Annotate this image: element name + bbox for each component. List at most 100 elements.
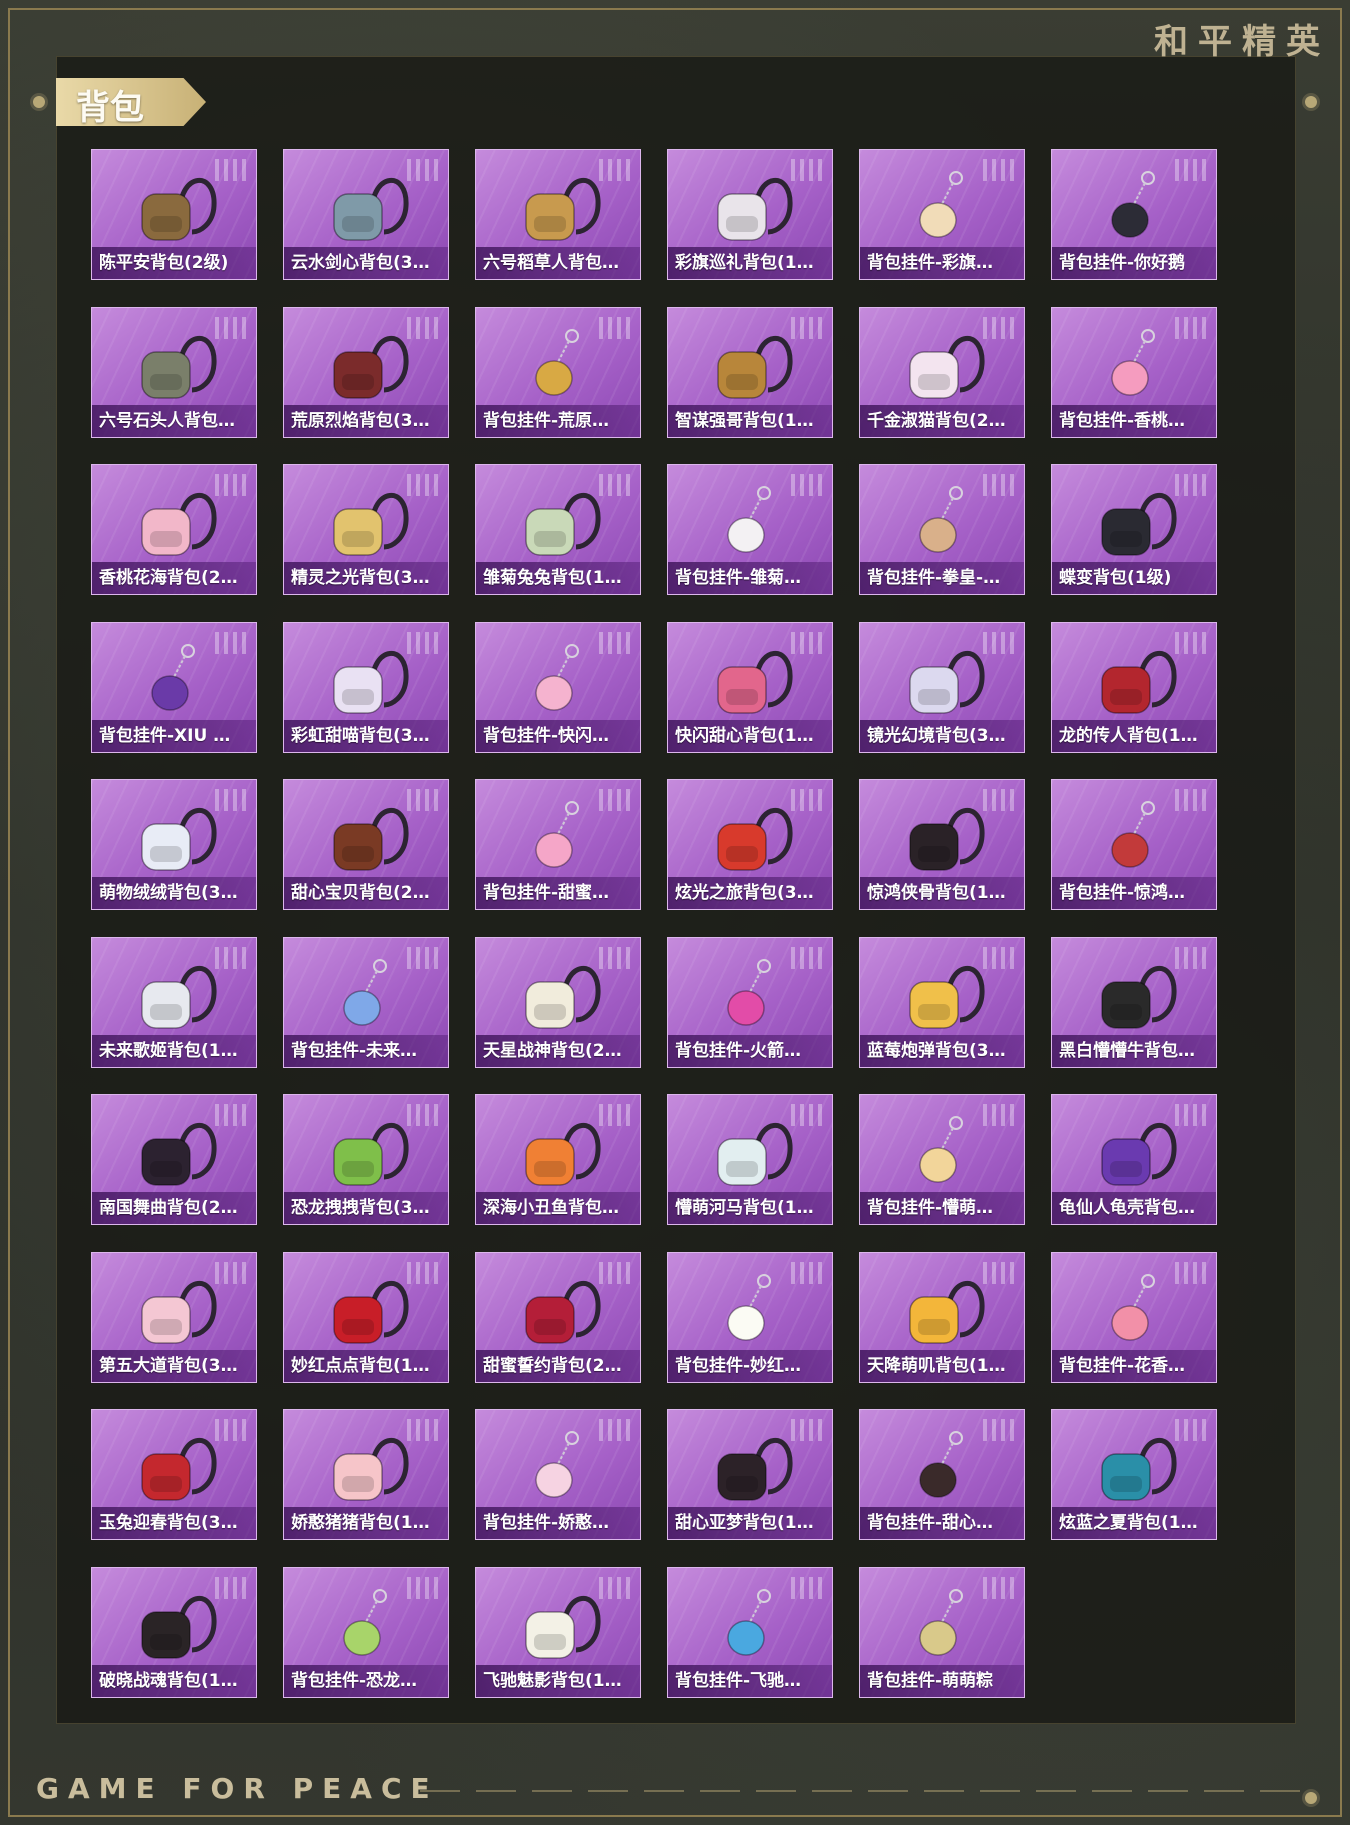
brand-footer: GAME FOR PEACE [36,1772,439,1805]
item-card[interactable]: 背包挂件-XIU … [91,621,257,753]
item-card[interactable]: 彩虹甜喵背包(3… [283,621,449,753]
backpack-icon [141,492,217,556]
item-card[interactable]: 背包挂件-你好鹅 [1051,149,1217,280]
item-card[interactable]: 背包挂件-恐龙… [283,1566,449,1698]
item-name: 背包挂件-懵萌… [867,1198,994,1218]
item-card[interactable]: 飞驰魅影背包(1… [475,1566,641,1698]
backpack-icon [717,335,793,399]
item-card[interactable]: 炫蓝之夏背包(1… [1051,1409,1217,1540]
pendant-icon [919,171,963,238]
item-card[interactable]: 妙红点点背包(1… [283,1251,449,1383]
item-card[interactable]: 精灵之光背包(3… [283,464,449,595]
item-card[interactable]: 萌物绒绒背包(3… [91,779,257,910]
item-name: 玉兔迎春背包(3… [99,1513,238,1533]
item-card[interactable]: 背包挂件-惊鸿… [1051,779,1217,910]
item-card[interactable]: 荒原烈焰背包(3… [283,306,449,438]
corner-dot-bottom-right [1305,1792,1317,1804]
item-card[interactable]: 背包挂件-未来… [283,936,449,1068]
item-card[interactable]: 背包挂件-拳皇-… [859,464,1025,595]
backpack-icon [717,1122,793,1186]
item-card[interactable]: 背包挂件-香桃… [1051,306,1217,438]
item-card[interactable]: 陈平安背包(2级) [91,149,257,280]
item-name: 彩虹甜喵背包(3… [291,725,430,746]
backpack-icon [909,335,985,399]
brand-title: 和平精英 [1154,22,1330,62]
item-card[interactable]: 快闪甜心背包(1… [667,621,833,753]
section-title: 背包 [76,88,144,128]
backpack-icon [333,177,409,241]
item-card[interactable]: 龙的传人背包(1… [1051,621,1217,753]
item-card[interactable]: 背包挂件-甜心… [859,1409,1025,1540]
item-card[interactable]: 炫光之旅背包(3… [667,779,833,910]
backpack-icon [141,965,217,1029]
item-card[interactable]: 六号稻草人背包… [475,149,641,280]
item-card[interactable]: 恐龙拽拽背包(3… [283,1094,449,1225]
item-name: 背包挂件-拳皇-… [867,568,1001,588]
pendant-icon [151,643,195,711]
item-name: 背包挂件-雏菊… [675,568,802,588]
backpack-icon [909,965,985,1029]
item-card[interactable]: 懵萌河马背包(1… [667,1094,833,1225]
item-card[interactable]: 彩旗巡礼背包(1… [667,149,833,280]
item-card[interactable]: 甜心宝贝背包(2… [283,779,449,910]
pendant-icon [727,486,771,553]
pendant-icon [727,958,771,1026]
item-card[interactable]: 天星战神背包(2… [475,936,641,1068]
item-card[interactable]: 深海小丑鱼背包… [475,1094,641,1225]
item-card[interactable]: 背包挂件-快闪… [475,621,641,753]
item-card[interactable]: 背包挂件-娇憨… [475,1409,641,1540]
item-card[interactable]: 蓝莓炮弹背包(3… [859,936,1025,1068]
item-card[interactable]: 镜光幻境背包(3… [859,621,1025,753]
item-card[interactable]: 破晓战魂背包(1… [91,1566,257,1698]
item-card[interactable]: 背包挂件-甜蜜… [475,779,641,910]
item-card[interactable]: 雏菊兔兔背包(1… [475,464,641,595]
item-card[interactable]: 惊鸿侠骨背包(1… [859,779,1025,910]
item-card[interactable]: 千金淑猫背包(2… [859,306,1025,438]
item-card[interactable]: 背包挂件-妙红… [667,1251,833,1383]
item-name: 背包挂件-彩旗… [867,253,994,273]
item-card[interactable]: 龟仙人龟壳背包… [1051,1094,1217,1225]
item-card[interactable]: 背包挂件-荒原… [475,306,641,438]
item-card[interactable]: 蝶变背包(1级) [1051,464,1217,595]
backpack-icon [525,492,601,556]
item-card[interactable]: 未来歌姬背包(1… [91,936,257,1068]
item-name: 天星战神背包(2… [483,1040,622,1061]
item-card[interactable]: 背包挂件-火箭… [667,936,833,1068]
backpack-icon [717,807,793,871]
item-card[interactable]: 背包挂件-懵萌… [859,1094,1025,1225]
item-card[interactable]: 甜蜜誓约背包(2… [475,1251,641,1383]
item-card[interactable]: 六号石头人背包… [91,306,257,438]
item-name: 六号石头人背包… [99,410,235,431]
item-card[interactable]: 云水剑心背包(3… [283,149,449,280]
item-card[interactable]: 背包挂件-彩旗… [859,149,1025,280]
item-card[interactable]: 背包挂件-萌萌粽 [859,1566,1025,1698]
backpack-icon [333,1437,409,1501]
item-card[interactable]: 黑白懵懵牛背包… [1051,936,1217,1068]
item-card[interactable]: 娇憨猪猪背包(1… [283,1409,449,1540]
pendant-icon [1111,1273,1155,1341]
item-card[interactable]: 背包挂件-雏菊… [667,464,833,595]
item-card[interactable]: 甜心亚梦背包(1… [667,1409,833,1540]
item-name: 背包挂件-香桃… [1059,410,1186,431]
item-name: 背包挂件-娇憨… [483,1513,610,1533]
item-card[interactable]: 第五大道背包(3… [91,1251,257,1383]
item-card[interactable]: 南国舞曲背包(2… [91,1094,257,1225]
pendant-icon [919,486,963,553]
backpack-icon [141,1595,217,1659]
item-name: 飞驰魅影背包(1… [483,1670,622,1691]
item-name: 香桃花海背包(2… [99,568,238,588]
item-name: 炫蓝之夏背包(1… [1059,1513,1198,1533]
item-name: 精灵之光背包(3… [291,568,430,588]
item-card[interactable]: 玉兔迎春背包(3… [91,1409,257,1540]
item-card[interactable]: 香桃花海背包(2… [91,464,257,595]
item-name: 背包挂件-甜蜜… [483,883,610,903]
item-name: 蝶变背包(1级) [1059,568,1172,588]
item-card[interactable]: 背包挂件-飞驰… [667,1566,833,1698]
item-grid: 陈平安背包(2级) 云水剑心背包(3… 六号稻草人背包… 彩旗巡礼背包(1… 背包挂件-… [91,149,1217,1698]
item-card[interactable]: 智谋强哥背包(1… [667,306,833,438]
backpack-icon [1101,492,1177,556]
item-card[interactable]: 背包挂件-花香… [1051,1251,1217,1383]
backpack-icon [333,335,409,399]
backpack-icon [333,650,409,714]
item-card[interactable]: 天降萌叽背包(1… [859,1251,1025,1383]
